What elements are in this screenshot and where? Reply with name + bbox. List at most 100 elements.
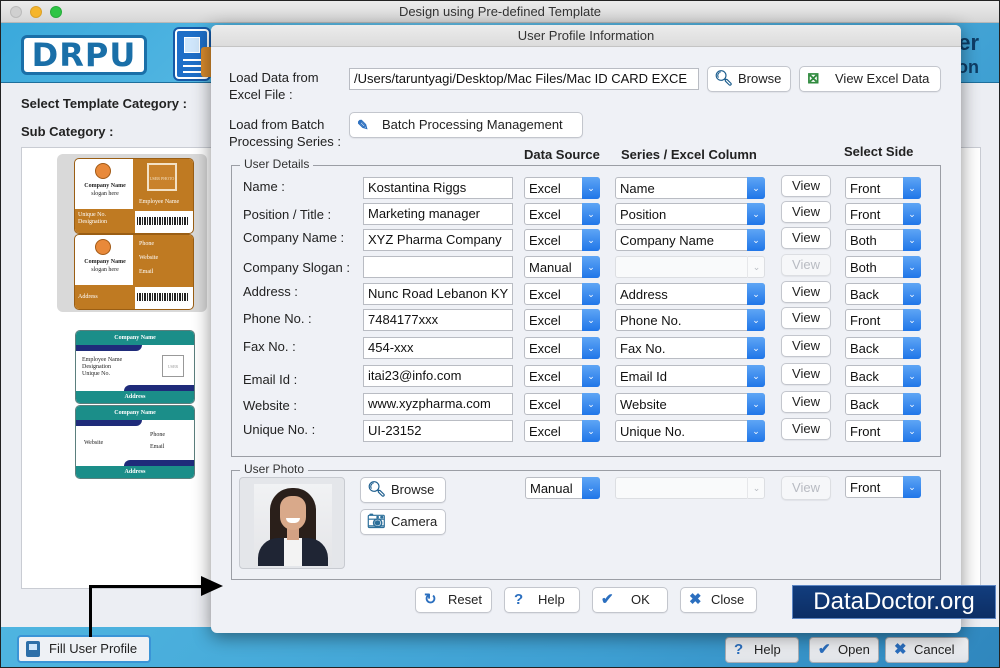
data-source-select[interactable]: Manual ⌄ xyxy=(524,256,600,278)
datadoctor-watermark: DataDoctor.org xyxy=(792,585,996,619)
data-source-select[interactable]: Excel ⌄ xyxy=(524,393,600,415)
template-orange-back[interactable]: Company Name slogan here Phone Website E… xyxy=(74,234,194,310)
user-profile-dialog: User Profile Information Load Data from … xyxy=(211,25,961,633)
view-button[interactable]: View xyxy=(781,254,831,276)
help-icon: ? xyxy=(734,641,744,658)
open-button[interactable]: ✔ Open xyxy=(809,637,879,663)
chevron-down-icon: ⌄ xyxy=(903,177,921,199)
select-side-select[interactable]: Front ⌄ xyxy=(845,203,921,225)
view-button[interactable]: View xyxy=(781,175,831,197)
main-window: Design using Pre-defined Template DRPU e… xyxy=(0,0,1000,668)
view-button[interactable]: View xyxy=(781,281,831,303)
chevron-down-icon: ⌄ xyxy=(903,229,921,251)
photo-browse-button[interactable]: 🔍︎ Browse xyxy=(360,477,446,503)
select-side-select[interactable]: Front ⌄ xyxy=(845,309,921,331)
data-source-select[interactable]: Excel ⌄ xyxy=(524,365,600,387)
excel-column-select[interactable]: Website ⌄ xyxy=(615,393,765,415)
data-source-select[interactable]: Excel ⌄ xyxy=(524,420,600,442)
view-button[interactable]: View xyxy=(781,363,831,385)
field-value-input[interactable]: 7484177xxx xyxy=(363,309,513,331)
reset-button[interactable]: ↻ Reset xyxy=(415,587,492,613)
arrow-annotation xyxy=(89,585,207,588)
close-button[interactable]: ✖ Close xyxy=(680,587,757,613)
view-button[interactable]: View xyxy=(781,418,831,440)
chevron-down-icon: ⌄ xyxy=(747,365,765,387)
chevron-down-icon: ⌄ xyxy=(747,177,765,199)
load-batch-label: Load from Batch Processing Series : xyxy=(229,117,341,149)
select-side-select[interactable]: Back ⌄ xyxy=(845,365,921,387)
field-value-input[interactable]: Kostantina Riggs xyxy=(363,177,513,199)
batch-processing-button[interactable]: ✎ Batch Processing Management xyxy=(349,112,583,138)
cancel-button[interactable]: ✖ Cancel xyxy=(885,637,969,663)
dialog-help-button[interactable]: ? Help xyxy=(504,587,580,613)
chevron-down-icon: ⌄ xyxy=(747,337,765,359)
chevron-down-icon: ⌄ xyxy=(903,393,921,415)
excel-column-select[interactable]: Address ⌄ xyxy=(615,283,765,305)
template-teal-back[interactable]: Company Name Website Phone Email Address xyxy=(75,405,195,479)
select-side-select[interactable]: Front ⌄ xyxy=(845,420,921,442)
help-button[interactable]: ? Help xyxy=(725,637,799,663)
chevron-down-icon: ⌄ xyxy=(903,283,921,305)
select-side-select[interactable]: Both ⌄ xyxy=(845,229,921,251)
data-source-select[interactable]: Excel ⌄ xyxy=(524,229,600,251)
fill-user-profile-button[interactable]: Fill User Profile xyxy=(17,635,151,663)
user-photo xyxy=(254,484,332,566)
excel-column-select[interactable]: Unique No. ⌄ xyxy=(615,420,765,442)
view-button[interactable]: View xyxy=(781,335,831,357)
photo-source-select[interactable]: Manual ⌄ xyxy=(525,477,600,499)
template-orange-front[interactable]: Company Name slogan here USER PHOTO Empl… xyxy=(74,158,194,234)
field-value-input[interactable]: UI-23152 xyxy=(363,420,513,442)
excel-path-input[interactable]: /Users/taruntyagi/Desktop/Mac Files/Mac … xyxy=(349,68,699,90)
chevron-down-icon: ⌄ xyxy=(903,365,921,387)
data-source-select[interactable]: Excel ⌄ xyxy=(524,177,600,199)
data-source-select[interactable]: Excel ⌄ xyxy=(524,337,600,359)
photo-side-select[interactable]: Front ⌄ xyxy=(845,476,921,498)
template-teal-front[interactable]: Company Name Employee Name Designation U… xyxy=(75,330,195,404)
field-value-input[interactable]: Nunc Road Lebanon KY 6 xyxy=(363,283,513,305)
window-close-button[interactable] xyxy=(10,6,22,18)
select-side-select[interactable]: Back ⌄ xyxy=(845,393,921,415)
user-photo-frame[interactable] xyxy=(239,477,345,569)
field-value-input[interactable] xyxy=(363,256,513,278)
select-side-select[interactable]: Back ⌄ xyxy=(845,283,921,305)
excel-column-select[interactable]: Position ⌄ xyxy=(615,203,765,225)
window-maximize-button[interactable] xyxy=(50,6,62,18)
field-value-input[interactable]: 454-xxx xyxy=(363,337,513,359)
select-side-select[interactable]: Back ⌄ xyxy=(845,337,921,359)
template-item-selected[interactable]: Company Name slogan here USER PHOTO Empl… xyxy=(57,154,207,312)
excel-column-select[interactable]: Phone No. ⌄ xyxy=(615,309,765,331)
field-label: Email Id : xyxy=(243,372,298,387)
ok-button[interactable]: ✔ OK xyxy=(592,587,668,613)
x-icon: ✖ xyxy=(894,641,907,658)
check-icon: ✔ xyxy=(601,591,614,608)
select-side-select[interactable]: Both ⌄ xyxy=(845,256,921,278)
chevron-down-icon: ⌄ xyxy=(747,477,765,499)
template-list[interactable]: Company Name slogan here USER PHOTO Empl… xyxy=(21,147,221,589)
excel-column-select[interactable]: Company Name ⌄ xyxy=(615,229,765,251)
field-value-input[interactable]: www.xyzpharma.com xyxy=(363,393,513,415)
field-label: Position / Title : xyxy=(243,207,332,222)
view-button[interactable]: View xyxy=(781,391,831,413)
excel-column-select[interactable]: ⌄ xyxy=(615,256,765,278)
view-excel-data-button[interactable]: ⊠ View Excel Data xyxy=(799,66,941,92)
window-minimize-button[interactable] xyxy=(30,6,42,18)
chevron-down-icon: ⌄ xyxy=(747,420,765,442)
chevron-down-icon: ⌄ xyxy=(903,420,921,442)
camera-button[interactable]: 📷︎ Camera xyxy=(360,509,446,535)
photo-column-select[interactable]: ⌄ xyxy=(615,477,765,499)
excel-column-select[interactable]: Fax No. ⌄ xyxy=(615,337,765,359)
field-value-input[interactable]: itai23@info.com xyxy=(363,365,513,387)
excel-column-select[interactable]: Name ⌄ xyxy=(615,177,765,199)
data-source-select[interactable]: Excel ⌄ xyxy=(524,283,600,305)
data-source-select[interactable]: Excel ⌄ xyxy=(524,203,600,225)
view-button[interactable]: View xyxy=(781,227,831,249)
photo-view-button[interactable]: View xyxy=(781,476,831,500)
view-button[interactable]: View xyxy=(781,201,831,223)
browse-excel-button[interactable]: 🔍︎ Browse xyxy=(707,66,791,92)
select-side-select[interactable]: Front ⌄ xyxy=(845,177,921,199)
field-value-input[interactable]: XYZ Pharma Company xyxy=(363,229,513,251)
excel-column-select[interactable]: Email Id ⌄ xyxy=(615,365,765,387)
field-value-input[interactable]: Marketing manager xyxy=(363,203,513,225)
view-button[interactable]: View xyxy=(781,307,831,329)
data-source-select[interactable]: Excel ⌄ xyxy=(524,309,600,331)
